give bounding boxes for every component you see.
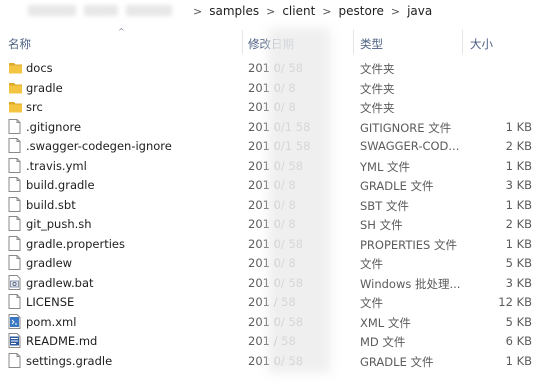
address-bar[interactable]: > samples > client > pestore > java [0,0,554,24]
blurred-breadcrumb [126,5,172,16]
file-name: README.md [26,334,98,348]
file-icon [8,235,21,251]
file-icon [8,352,21,368]
file-icon [8,177,21,192]
file-icon [8,118,21,134]
file-type: SWAGGER-COD... [360,139,460,153]
file-name: LICENSE [26,295,75,309]
file-type: GRADLE 文件 [360,179,434,193]
blurred-breadcrumb [84,5,118,16]
file-icon [8,157,21,173]
file-name: .gitignore [26,119,82,134]
file-size: 1 KB [505,353,532,368]
column-header-name[interactable]: 名称 [8,36,31,52]
file-type: GITIGNORE 文件 [360,120,452,135]
file-type: SH 文件 [360,218,403,232]
file-icon [8,294,21,309]
markdown-file-icon [8,333,21,348]
xml-file-icon [8,313,21,329]
file-type: YML 文件 [360,159,411,174]
file-name: pom.xml [26,314,77,329]
file-size: 12 KB [498,295,532,309]
breadcrumb-item[interactable]: pestore [339,4,384,18]
breadcrumb-separator[interactable]: > [391,5,400,18]
file-type: 文件 [360,296,383,310]
breadcrumb-item[interactable]: java [407,4,432,18]
file-size: 3 KB [505,275,532,290]
sort-ascending-icon: ^ [118,27,125,36]
file-type: GRADLE 文件 [360,354,434,369]
breadcrumb-separator[interactable]: > [193,5,202,18]
file-type: MD 文件 [360,335,406,349]
folder-icon [8,99,22,114]
file-type: PROPERTIES 文件 [360,237,457,252]
file-size: 2 KB [505,217,532,231]
breadcrumb-item[interactable]: samples [209,4,259,18]
blurred-breadcrumb [28,5,76,16]
file-name: settings.gradle [26,353,113,368]
file-type: 文件夹 [360,101,395,115]
file-type: SBT 文件 [360,198,409,213]
file-type: 文件夹 [360,81,395,96]
breadcrumb-separator[interactable]: > [266,5,275,18]
column-header-type[interactable]: 类型 [360,36,383,52]
file-name: src [26,100,43,114]
file-name: git_push.sh [26,217,92,231]
file-icon [8,196,21,212]
file-name: gradlew.bat [26,275,94,290]
breadcrumb-item[interactable]: client [282,4,315,18]
folder-icon [8,60,22,75]
file-name: gradlew [26,256,73,270]
file-size: 1 KB [505,236,532,251]
file-size: 5 KB [505,314,532,329]
column-divider[interactable] [353,30,354,54]
file-name: build.gradle [26,178,95,192]
file-type: Windows 批处理... [360,276,461,291]
batch-file-icon [8,274,21,290]
file-type: 文件夹 [360,62,395,76]
file-name: .travis.yml [26,158,87,173]
file-name: build.sbt [26,197,76,212]
column-header-size[interactable]: 大小 [470,36,493,52]
file-size: 6 KB [505,334,532,348]
file-name: gradle.properties [26,236,125,251]
file-size: 1 KB [505,197,532,212]
column-divider[interactable] [462,30,463,54]
file-icon [8,216,21,231]
column-divider[interactable] [242,30,243,54]
file-name: docs [26,61,53,75]
folder-icon [8,80,22,95]
file-type: 文件 [360,257,383,271]
file-size: 5 KB [505,256,532,270]
file-size: 3 KB [505,178,532,192]
blurred-date-region [268,28,330,373]
file-icon [8,255,21,270]
file-icon [8,138,21,153]
file-name: .swagger-codegen-ignore [26,139,172,153]
file-size: 1 KB [505,119,532,134]
file-name: gradle [26,80,63,95]
file-type: XML 文件 [360,315,411,330]
breadcrumb: > samples > client > pestore > java [186,4,432,18]
breadcrumb-separator[interactable]: > [322,5,331,18]
file-size: 1 KB [505,158,532,173]
file-size: 2 KB [505,139,532,153]
